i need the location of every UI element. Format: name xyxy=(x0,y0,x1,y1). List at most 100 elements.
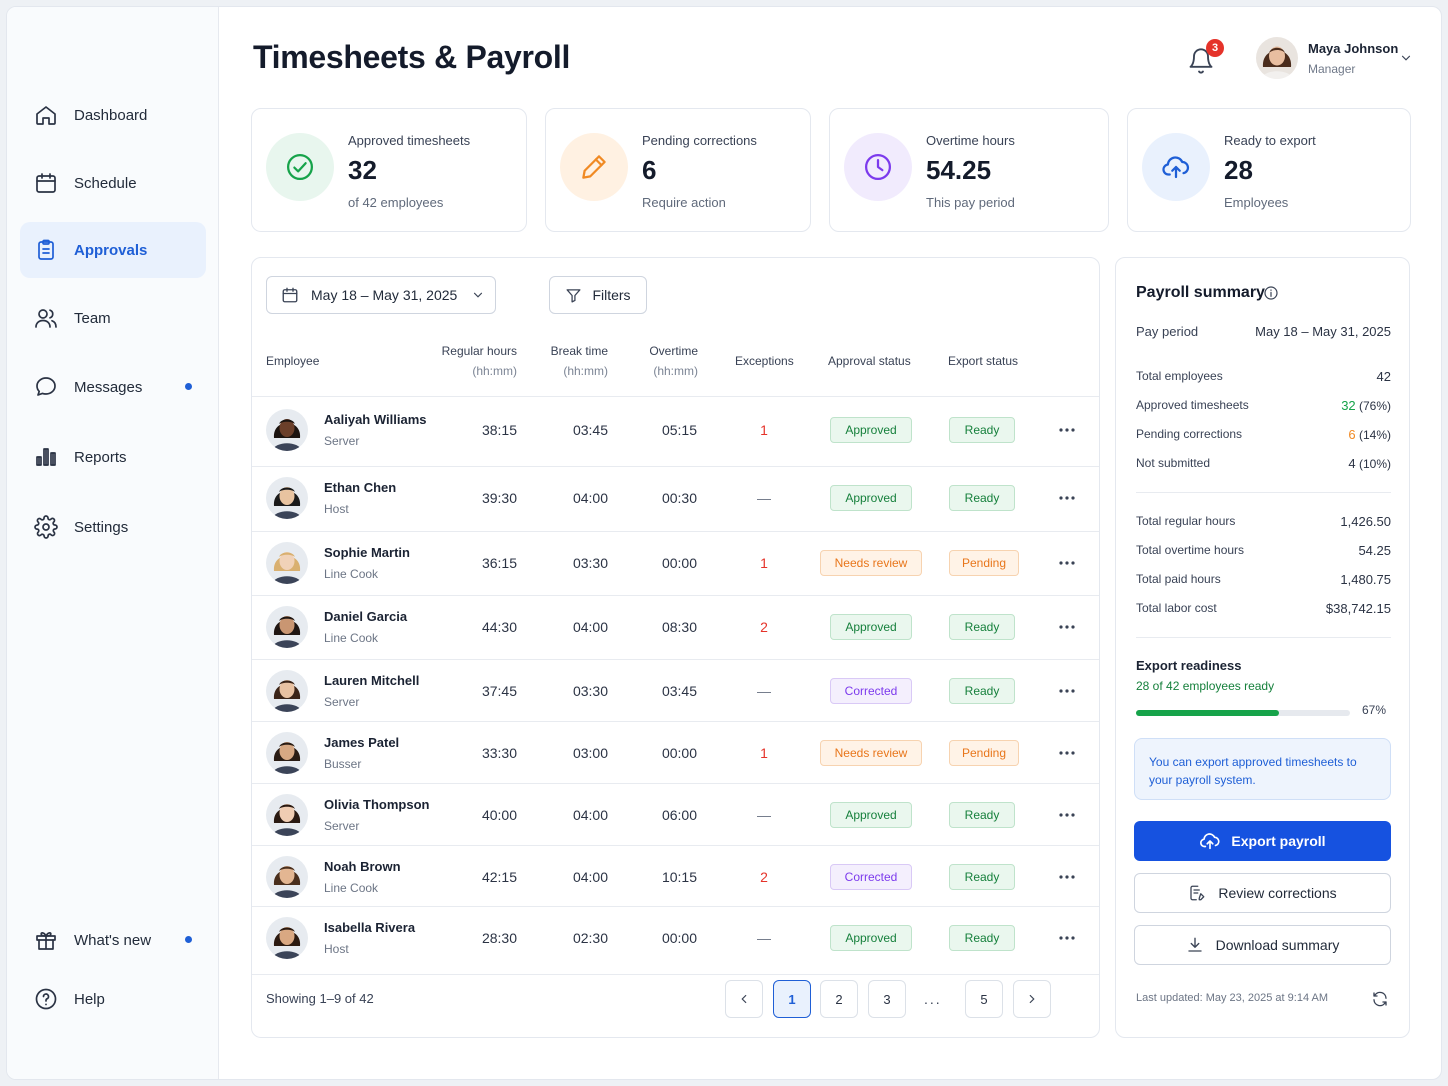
employee-name[interactable]: James Patel xyxy=(324,735,399,750)
export-status-badge: Pending xyxy=(949,740,1019,766)
overtime-cell: 10:15 xyxy=(661,869,697,885)
break-time-cell: 02:30 xyxy=(572,930,608,946)
more-actions-icon[interactable] xyxy=(1052,418,1082,442)
break-time-cell: 03:30 xyxy=(572,555,608,571)
prev-page-button[interactable] xyxy=(725,980,763,1018)
employee-name[interactable]: Lauren Mitchell xyxy=(324,673,419,688)
filters-label: Filters xyxy=(592,287,631,303)
table-row[interactable]: Aaliyah Williams Server 38:15 03:45 05:15 1 Ap… xyxy=(252,398,1099,462)
export-status-badge: Ready xyxy=(949,678,1015,704)
user-avatar[interactable] xyxy=(1256,37,1298,79)
last-updated: Last updated: May 23, 2025 at 9:14 AM xyxy=(1136,992,1329,1004)
row-divider xyxy=(252,974,1099,975)
more-actions-icon[interactable] xyxy=(1052,551,1082,575)
employee-role: Host xyxy=(324,942,349,956)
table-row[interactable]: Sophie Martin Line Cook 36:15 03:30 00:00 1 Ne… xyxy=(252,531,1099,595)
stat-card: Ready to export 28 Employees xyxy=(1127,108,1411,232)
regular-hours-cell: 44:30 xyxy=(481,619,517,635)
download-summary-button[interactable]: Download summary xyxy=(1134,925,1391,965)
unread-dot xyxy=(185,383,192,390)
break-time-cell: 03:45 xyxy=(572,422,608,438)
date-range-picker[interactable]: May 18 – May 31, 2025 xyxy=(266,276,496,314)
summary-total-row: Total overtime hours 54.25 xyxy=(1136,543,1391,558)
overtime-cell: 05:15 xyxy=(661,422,697,438)
page-button[interactable]: 3 xyxy=(868,980,906,1018)
table-row[interactable]: Isabella Rivera Host 28:30 02:30 00:00 — Appro… xyxy=(252,906,1099,970)
sidebar-item-schedule[interactable]: Schedule xyxy=(20,155,206,211)
table-row[interactable]: Noah Brown Line Cook 42:15 04:00 10:15 2 Corre… xyxy=(252,845,1099,909)
sidebar-item-messages[interactable]: Messages xyxy=(20,359,206,415)
count-percent: (14%) xyxy=(1355,428,1391,442)
page-button[interactable]: 5 xyxy=(965,980,1003,1018)
more-actions-icon[interactable] xyxy=(1052,679,1082,703)
exceptions-cell: 1 xyxy=(760,555,768,571)
col-approval-status: Approval status xyxy=(828,354,911,368)
employee-name[interactable]: Olivia Thompson xyxy=(324,797,429,812)
exceptions-cell: 2 xyxy=(760,869,768,885)
approval-status-badge: Approved xyxy=(830,802,912,828)
chevron-down-icon xyxy=(474,292,483,298)
more-actions-icon[interactable] xyxy=(1052,486,1082,510)
unread-dot xyxy=(185,936,192,943)
review-corrections-button[interactable]: Review corrections xyxy=(1134,873,1391,913)
avatar xyxy=(266,856,308,898)
page-button[interactable]: 1 xyxy=(773,980,811,1018)
check-circle-icon xyxy=(266,133,334,201)
table-row[interactable]: Olivia Thompson Server 40:00 04:00 06:00 — App… xyxy=(252,783,1099,847)
calendar-icon xyxy=(34,171,58,195)
export-status-badge: Ready xyxy=(949,864,1015,890)
more-actions-icon[interactable] xyxy=(1052,741,1082,765)
info-icon[interactable] xyxy=(1263,285,1279,301)
break-time-cell: 04:00 xyxy=(572,807,608,823)
chevron-down-icon[interactable] xyxy=(1399,51,1413,65)
more-actions-icon[interactable] xyxy=(1052,865,1082,889)
avatar xyxy=(266,732,308,774)
sidebar-item-dashboard[interactable]: Dashboard xyxy=(20,87,206,143)
employee-name[interactable]: Sophie Martin xyxy=(324,545,410,560)
employee-name[interactable]: Daniel Garcia xyxy=(324,609,407,624)
col-unit: (hh:mm) xyxy=(653,364,698,378)
overtime-cell: 00:00 xyxy=(661,555,697,571)
sidebar-item-what-s-new[interactable]: What's new xyxy=(20,912,206,968)
review-corrections-label: Review corrections xyxy=(1218,885,1337,901)
sidebar-item-reports[interactable]: Reports xyxy=(20,429,206,485)
summary-count-row: Pending corrections 6 (14%) xyxy=(1136,427,1391,442)
employee-role: Host xyxy=(324,502,349,516)
more-actions-icon[interactable] xyxy=(1052,803,1082,827)
summary-divider xyxy=(1136,637,1391,638)
break-time-cell: 04:00 xyxy=(572,490,608,506)
table-row[interactable]: James Patel Busser 33:30 03:00 00:00 1 Needs r… xyxy=(252,721,1099,785)
employee-name[interactable]: Ethan Chen xyxy=(324,480,396,495)
user-name[interactable]: Maya Johnson xyxy=(1308,41,1398,56)
employee-name[interactable]: Noah Brown xyxy=(324,859,401,874)
sidebar-item-approvals[interactable]: Approvals xyxy=(20,222,206,278)
help-icon xyxy=(34,987,58,1011)
more-actions-icon[interactable] xyxy=(1052,615,1082,639)
filters-button[interactable]: Filters xyxy=(549,276,647,314)
next-page-button[interactable] xyxy=(1013,980,1051,1018)
sidebar-item-help[interactable]: Help xyxy=(20,971,206,1027)
refresh-icon[interactable] xyxy=(1371,990,1389,1008)
payroll-summary-panel: Payroll summary Pay period May 18 – May … xyxy=(1115,257,1410,1038)
export-payroll-button[interactable]: Export payroll xyxy=(1134,821,1391,861)
table-row[interactable]: Daniel Garcia Line Cook 44:30 04:00 08:30 2 Ap… xyxy=(252,595,1099,659)
break-time-cell: 03:00 xyxy=(572,745,608,761)
employee-role: Line Cook xyxy=(324,567,379,581)
sidebar-item-label: What's new xyxy=(74,931,152,949)
sidebar-item-team[interactable]: Team xyxy=(20,290,206,346)
sidebar-item-settings[interactable]: Settings xyxy=(20,499,206,555)
export-status-badge: Ready xyxy=(949,614,1015,640)
page-button[interactable]: 2 xyxy=(820,980,858,1018)
more-actions-icon[interactable] xyxy=(1052,926,1082,950)
employee-name[interactable]: Aaliyah Williams xyxy=(324,412,426,427)
table-row[interactable]: Lauren Mitchell Server 37:45 03:30 03:45 — Cor… xyxy=(252,659,1099,723)
col-unit: (hh:mm) xyxy=(472,364,517,378)
employee-name[interactable]: Isabella Rivera xyxy=(324,920,415,935)
approval-status-badge: Corrected xyxy=(830,678,912,704)
regular-hours-cell: 39:30 xyxy=(481,490,517,506)
avatar xyxy=(266,670,308,712)
table-row[interactable]: Ethan Chen Host 39:30 04:00 00:30 — Approved Re… xyxy=(252,466,1099,530)
exceptions-cell: — xyxy=(757,807,771,823)
break-time-cell: 04:00 xyxy=(572,869,608,885)
count-percent: (76%) xyxy=(1355,399,1391,413)
